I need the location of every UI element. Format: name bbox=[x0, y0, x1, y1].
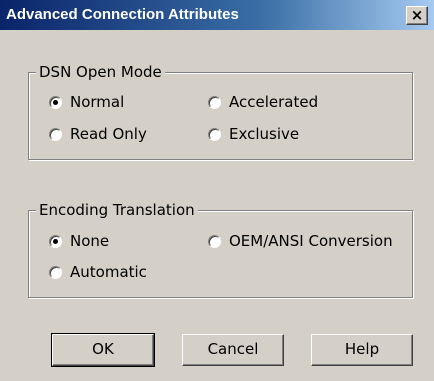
ok-button[interactable]: OK bbox=[51, 333, 155, 367]
radio-oem-ansi-label: OEM/ANSI Conversion bbox=[229, 232, 393, 250]
radio-none-label: None bbox=[70, 232, 110, 250]
close-button[interactable]: × bbox=[406, 6, 428, 25]
cancel-button[interactable]: Cancel bbox=[182, 334, 284, 366]
radio-normal-circle[interactable] bbox=[49, 95, 62, 109]
radio-none-circle[interactable] bbox=[49, 234, 62, 248]
radio-accelerated[interactable]: Accelerated bbox=[208, 92, 318, 112]
radio-exclusive[interactable]: Exclusive bbox=[208, 124, 299, 144]
radio-automatic-label: Automatic bbox=[70, 263, 147, 281]
radio-none[interactable]: None bbox=[49, 231, 109, 251]
radio-normal[interactable]: Normal bbox=[49, 92, 124, 112]
encoding-translation-group: Encoding Translation None OEM/ANSI Conve… bbox=[28, 201, 413, 298]
radio-automatic[interactable]: Automatic bbox=[49, 262, 147, 282]
radio-read-only-label: Read Only bbox=[70, 125, 147, 143]
close-icon: × bbox=[410, 6, 424, 24]
title-bar[interactable]: Advanced Connection Attributes × bbox=[0, 0, 434, 30]
radio-selected-dot bbox=[53, 99, 58, 105]
radio-oem-ansi-conversion[interactable]: OEM/ANSI Conversion bbox=[208, 231, 393, 251]
radio-read-only[interactable]: Read Only bbox=[49, 124, 147, 144]
radio-selected-dot bbox=[53, 238, 58, 244]
dsn-open-mode-group: DSN Open Mode Normal Accelerated Read On… bbox=[28, 63, 413, 160]
radio-exclusive-circle[interactable] bbox=[208, 127, 221, 141]
radio-automatic-circle[interactable] bbox=[49, 265, 62, 279]
radio-oem-ansi-circle[interactable] bbox=[208, 234, 221, 248]
help-button[interactable]: Help bbox=[311, 334, 413, 366]
dsn-open-mode-title: DSN Open Mode bbox=[36, 63, 165, 81]
radio-accelerated-circle[interactable] bbox=[208, 95, 221, 109]
window-title: Advanced Connection Attributes bbox=[6, 6, 239, 23]
encoding-translation-title: Encoding Translation bbox=[36, 201, 198, 219]
advanced-connection-dialog: Advanced Connection Attributes × DSN Ope… bbox=[0, 0, 434, 381]
radio-accelerated-label: Accelerated bbox=[229, 93, 319, 111]
radio-read-only-circle[interactable] bbox=[49, 127, 62, 141]
radio-normal-label: Normal bbox=[70, 93, 125, 111]
radio-exclusive-label: Exclusive bbox=[229, 125, 300, 143]
